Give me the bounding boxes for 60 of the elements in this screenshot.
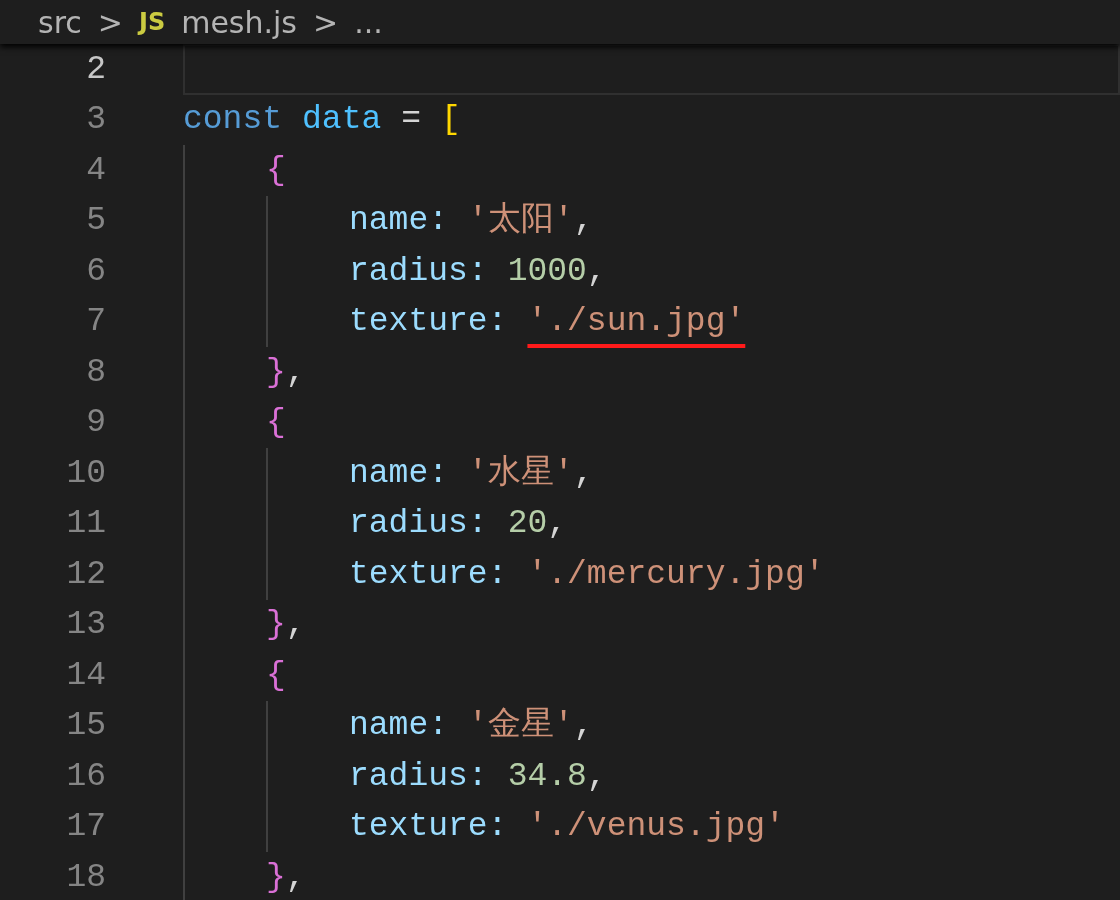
code-token: [ (441, 100, 461, 140)
code-token: texture: (349, 554, 508, 595)
line-number: 18 (65, 857, 106, 898)
code-token: './venus.jpg' (527, 807, 785, 847)
line-number: 16 (65, 756, 106, 797)
line-number: 11 (65, 504, 106, 544)
code-token: '金星' (468, 706, 574, 746)
breadcrumb-item[interactable]: src (38, 0, 82, 45)
code-token: , (285, 605, 306, 645)
code-token: { (266, 150, 286, 191)
code-token: '水星' (468, 453, 574, 494)
line-number: 8 (85, 352, 106, 393)
code-token: texture: (349, 807, 508, 847)
line-number: 5 (85, 201, 106, 241)
code-token: 20 (507, 504, 548, 544)
code-token: , (586, 251, 607, 292)
code-token: , (285, 857, 306, 898)
code-token: radius: (349, 756, 488, 797)
code-token: , (573, 201, 594, 241)
code-token: 34.8 (507, 756, 587, 797)
code-token: , (573, 453, 594, 494)
code-token: , (573, 706, 594, 746)
line-number: 12 (65, 554, 106, 595)
code-token: } (266, 352, 286, 393)
line-number: 13 (65, 605, 106, 645)
code-token: = (401, 100, 422, 140)
code-token: '太阳' (468, 201, 574, 241)
code-token: , (547, 504, 568, 544)
line-number: 9 (85, 403, 106, 443)
chevron-icon: > (313, 0, 339, 45)
line-number: 10 (65, 453, 106, 494)
line-number: 7 (85, 302, 106, 342)
line-number: 6 (85, 251, 106, 292)
line-number: 15 (65, 706, 106, 746)
code-token: 1000 (507, 251, 587, 292)
line-number: 3 (85, 100, 106, 140)
code-token: } (266, 605, 286, 645)
code-token: radius: (349, 251, 488, 292)
code-token: './sun.jpg' (527, 302, 746, 342)
code-token: { (266, 403, 286, 443)
code-token: radius: (349, 504, 488, 544)
breadcrumb-item[interactable]: mesh.js (181, 0, 297, 45)
code-token: './mercury.jpg' (527, 554, 825, 595)
line-number: 17 (65, 807, 106, 847)
code-token: } (266, 857, 286, 898)
code-token: name: (349, 706, 449, 746)
code-token: name: (349, 453, 449, 494)
line-number: 2 (85, 49, 106, 90)
code-token: , (586, 756, 607, 797)
code-token: const (183, 100, 283, 140)
line-number: 4 (85, 150, 106, 191)
breadcrumb-item[interactable]: ... (354, 0, 383, 45)
line-number: 14 (65, 655, 106, 696)
chevron-icon: > (97, 0, 123, 45)
code-token: name: (349, 201, 449, 241)
code-token: data (302, 100, 382, 140)
code-token: , (285, 352, 306, 393)
file-type-icon: JS (138, 4, 166, 40)
code-token: { (266, 655, 286, 696)
code-token: texture: (349, 302, 508, 342)
